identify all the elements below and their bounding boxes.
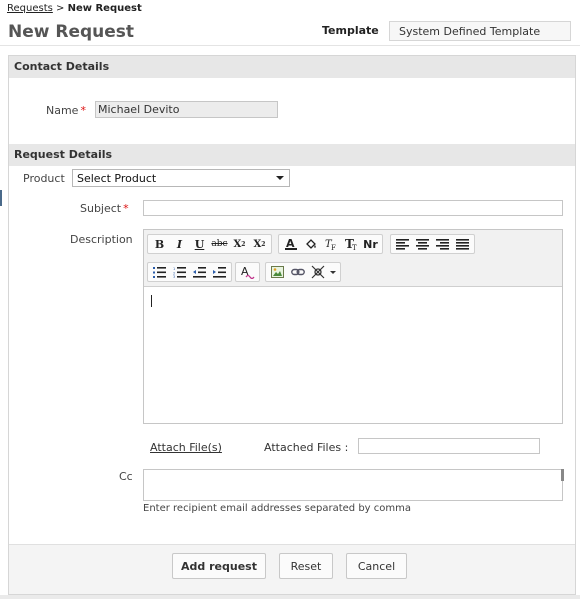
attached-files-field [358,438,540,454]
indent-icon[interactable] [210,264,229,281]
add-request-button[interactable]: Add request [172,553,266,579]
insert-group [265,262,341,282]
required-marker: * [80,104,86,117]
product-select[interactable]: Select Product [72,169,290,187]
subject-label: Subject * [80,202,129,215]
svg-text:T: T [352,244,357,251]
bold-button[interactable]: B [150,236,169,253]
cc-scrollbar[interactable] [561,469,564,481]
product-select-value: Select Product [77,172,157,185]
breadcrumb-separator: > [56,3,65,14]
svg-text:3: 3 [173,275,175,278]
cc-hint-text: Enter recipient email addresses separate… [143,503,411,514]
spellcheck-group: A [235,262,260,282]
subject-label-text: Subject [80,202,122,215]
description-label: Description [70,233,133,246]
superscript-button[interactable]: X2 [250,236,269,253]
align-left-icon[interactable] [393,236,412,253]
highlight-icon[interactable] [301,236,320,253]
underline-button[interactable]: U [190,236,209,253]
text-cursor [151,295,152,307]
svg-text:1: 1 [173,267,175,271]
subject-input[interactable] [143,200,563,216]
reset-button[interactable]: Reset [279,553,333,579]
cancel-button[interactable]: Cancel [346,553,407,579]
font-size-icon[interactable]: TT [341,236,360,253]
page-title: New Request [8,22,135,42]
chevron-down-icon[interactable] [328,264,338,281]
more-options-icon[interactable] [308,264,327,281]
cc-input[interactable] [143,469,563,501]
font-family-icon[interactable]: TF [321,236,340,253]
name-label: Name * [46,104,86,117]
template-select[interactable]: System Defined Template [389,21,571,41]
outdent-icon[interactable] [190,264,209,281]
alignment-group [390,234,475,254]
window-edge-marker [0,190,2,206]
attach-files-link[interactable]: Attach File(s) [150,441,222,454]
cc-label: Cc [119,470,133,483]
italic-button[interactable]: I [170,236,189,253]
font-color-icon[interactable]: A [281,236,300,253]
numbered-list-icon[interactable]: 123 [170,264,189,281]
title-divider [0,45,580,46]
template-label: Template [322,24,379,37]
svg-text:F: F [331,244,336,251]
breadcrumb-requests-link[interactable]: Requests [7,3,53,14]
breadcrumb-current: New Request [67,3,142,14]
request-details-header: Request Details [9,144,575,166]
bottom-edge [0,595,580,599]
text-style-group: B I U abc X2 X2 [147,234,272,254]
justify-icon[interactable] [453,236,472,253]
breadcrumb: Requests > New Request [7,3,142,14]
insert-link-icon[interactable] [288,264,307,281]
contact-details-header: Contact Details [9,56,575,78]
attached-files-label: Attached Files : [264,441,349,454]
align-center-icon[interactable] [413,236,432,253]
remove-format-icon[interactable]: Nr [361,236,380,253]
font-group: A TF TT Nr [278,234,383,254]
product-label: Product [23,172,65,185]
spellcheck-icon[interactable]: A [238,264,257,281]
list-group: 123 [147,262,232,282]
chevron-down-icon [276,176,284,180]
name-field[interactable]: Michael Devito [95,101,278,118]
name-label-text: Name [46,104,79,117]
required-marker: * [123,202,129,215]
subscript-button[interactable]: X2 [230,236,249,253]
insert-image-icon[interactable] [268,264,287,281]
align-right-icon[interactable] [433,236,452,253]
bullet-list-icon[interactable] [150,264,169,281]
strikethrough-button[interactable]: abc [210,236,229,253]
